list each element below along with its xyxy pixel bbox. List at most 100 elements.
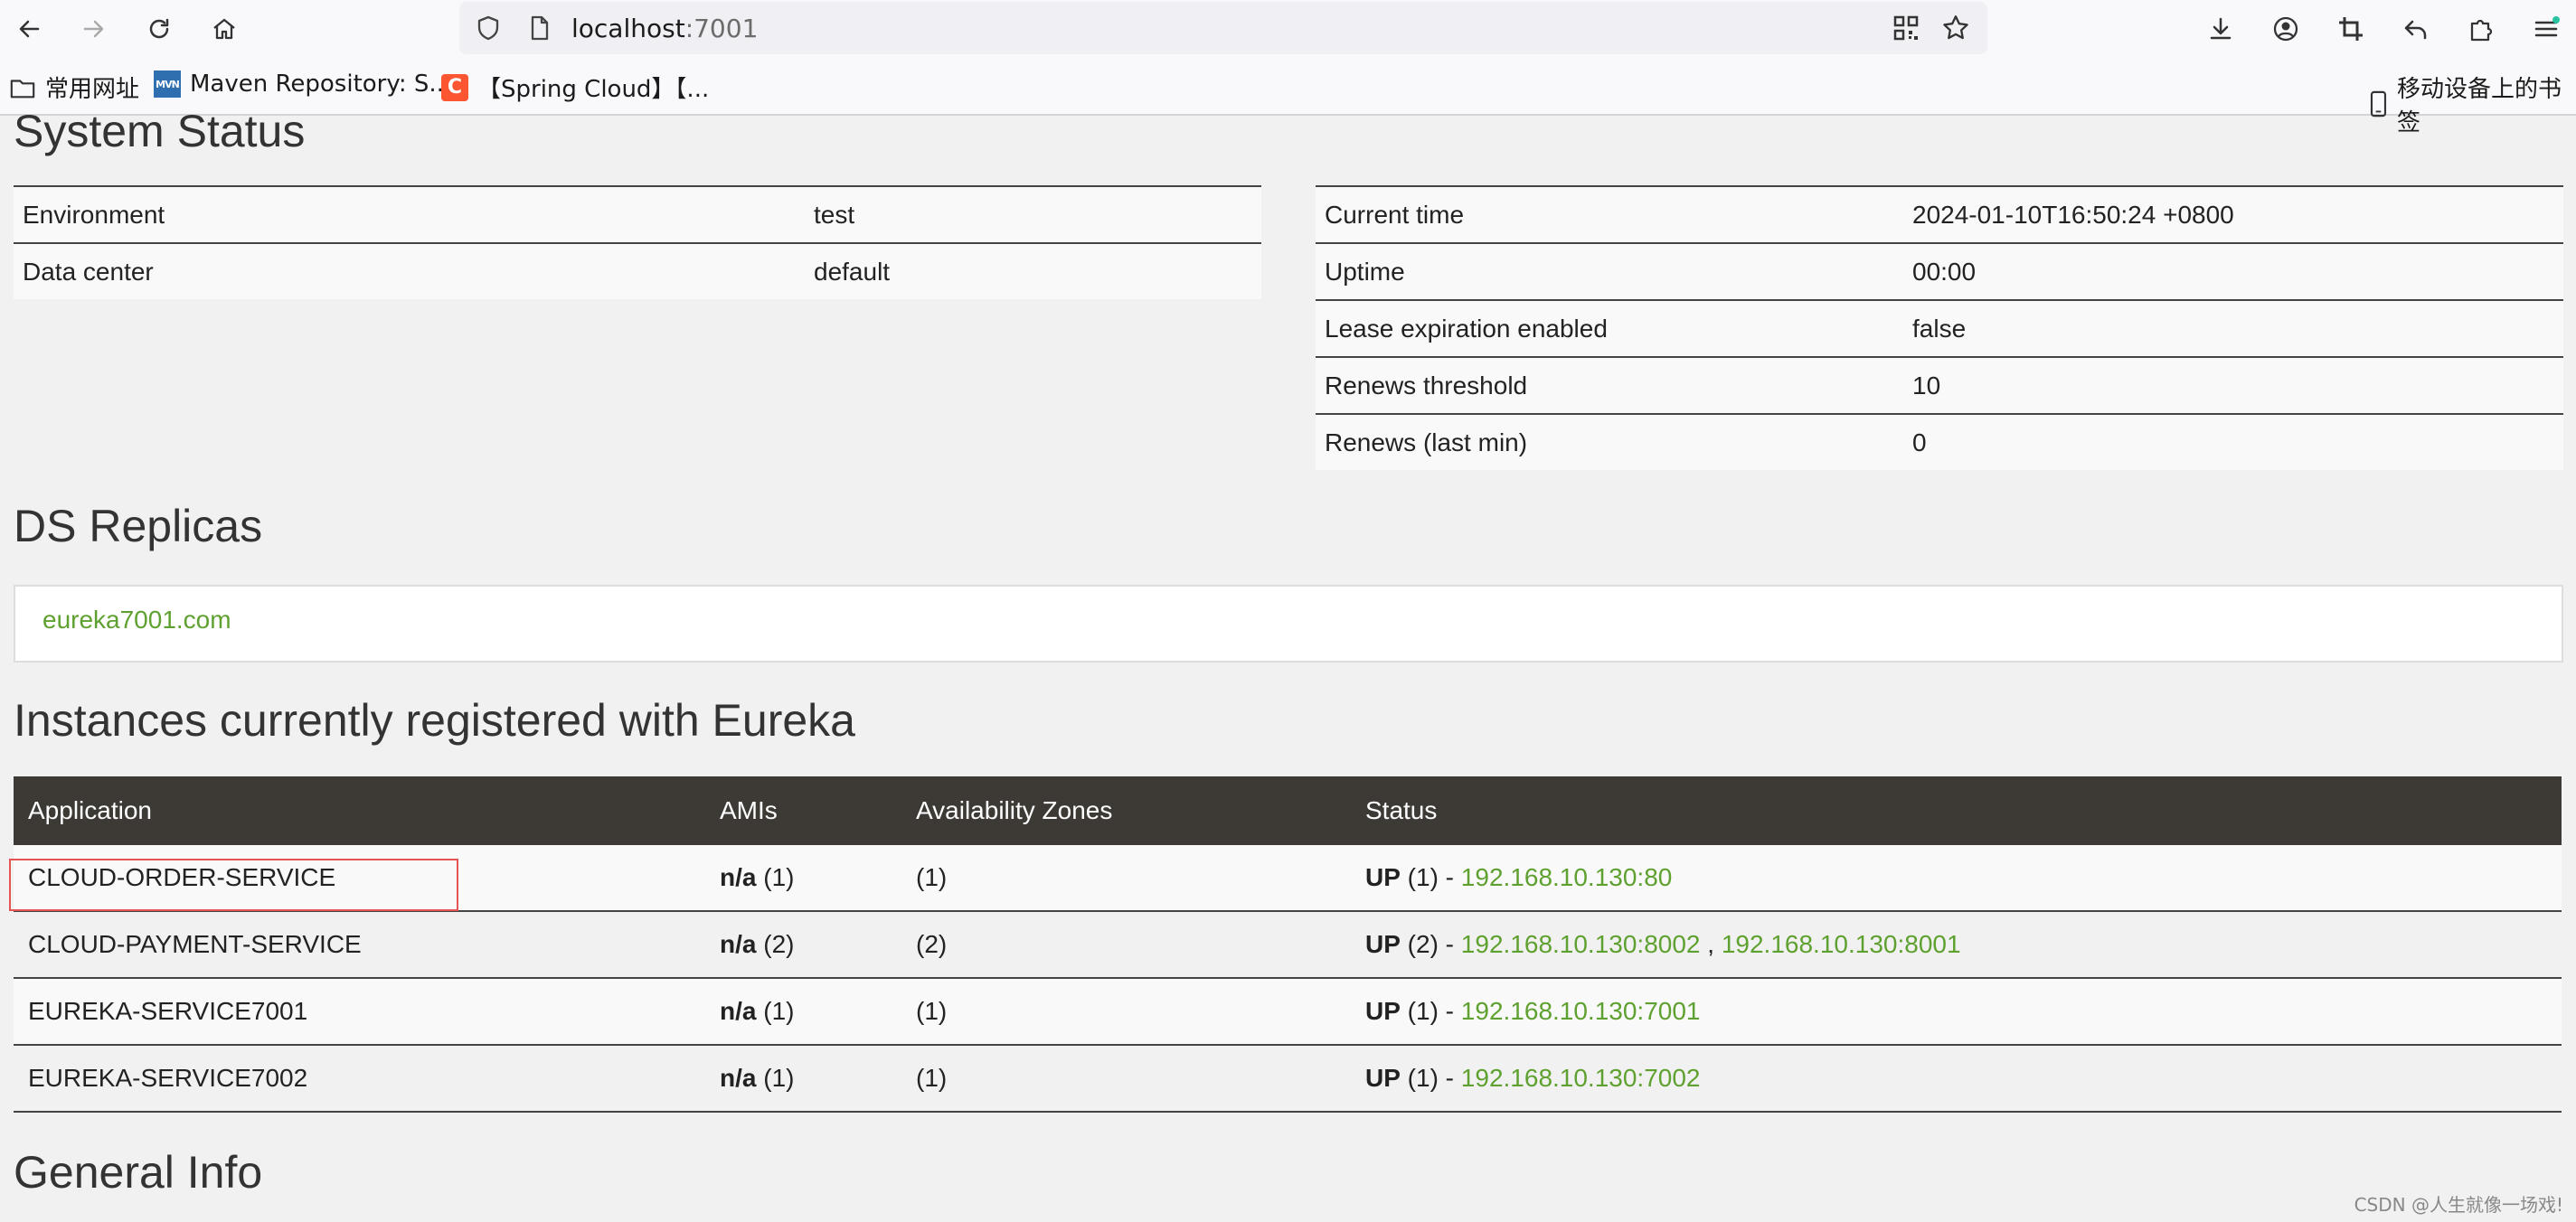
page-icon[interactable]	[524, 14, 553, 42]
undo-icon	[2404, 20, 2427, 40]
crop-icon	[2339, 17, 2363, 41]
shield-icon[interactable]	[474, 14, 503, 42]
instances-heading: Instances currently registered with Eure…	[14, 695, 855, 746]
ami-na: n/a	[720, 1064, 757, 1092]
instance-application: EUREKA-SERVICE7002	[14, 1045, 705, 1113]
status-up: UP	[1365, 997, 1401, 1025]
instance-application: CLOUD-PAYMENT-SERVICE	[14, 911, 705, 979]
instance-amis: n/a (1)	[705, 1045, 901, 1113]
url-bar[interactable]: localhost:7001	[459, 2, 1987, 54]
status-label: Renews (last min)	[1316, 413, 1903, 470]
reload-icon	[149, 18, 169, 39]
header-amis: AMIs	[705, 776, 901, 845]
status-count: (1) -	[1400, 997, 1461, 1025]
status-row: Renews (last min) 0	[1316, 413, 2563, 470]
instance-zones: (1)	[901, 1045, 1351, 1113]
status-value: test	[805, 185, 1261, 243]
ds-replicas-box: eureka7001.com	[14, 585, 2563, 663]
system-status-right-table: Current time 2024-01-10T16:50:24 +0800 Upt…	[1316, 185, 2563, 470]
status-label: Lease expiration enabled	[1316, 299, 1903, 357]
instance-link[interactable]: 192.168.10.130:7002	[1461, 1064, 1701, 1092]
csdn-watermark: CSDN @人生就像一场戏!	[2354, 1194, 2563, 1216]
back-arrow-icon	[19, 20, 40, 38]
home-icon	[213, 18, 235, 40]
status-label: Data center	[14, 242, 805, 299]
status-label: Renews threshold	[1316, 356, 1903, 414]
status-value: 2024-01-10T16:50:24 +0800	[1903, 185, 2563, 243]
undo-button[interactable]	[2394, 7, 2438, 51]
instance-link[interactable]: 192.168.10.130:7001	[1461, 997, 1701, 1025]
instance-zones: (2)	[901, 911, 1351, 979]
extensions-button[interactable]	[2459, 7, 2503, 51]
status-label: Current time	[1316, 185, 1903, 243]
header-availability-zones: Availability Zones	[901, 776, 1351, 845]
instance-link[interactable]: 192.168.10.130:8001	[1722, 930, 1961, 958]
reload-button[interactable]	[137, 7, 181, 51]
replica-link[interactable]: eureka7001.com	[42, 606, 231, 634]
back-button[interactable]	[7, 7, 51, 51]
status-label: Uptime	[1316, 242, 1903, 300]
account-button[interactable]	[2264, 7, 2307, 51]
instance-row: EUREKA-SERVICE7001 n/a (1) (1) UP (1) - 192…	[14, 978, 2562, 1046]
eureka-dashboard: System Status Environment test Data center…	[0, 106, 2576, 1222]
csdn-icon: C	[441, 73, 468, 101]
browser-toolbar: localhost:7001	[0, 0, 2576, 58]
status-row: Renews threshold 10	[1316, 356, 2563, 414]
puzzle-icon	[2470, 19, 2493, 42]
instance-amis: n/a (2)	[705, 911, 901, 979]
ds-replicas-heading: DS Replicas	[14, 501, 263, 551]
ami-count: (1)	[756, 863, 795, 891]
bookmarks-bar: 常用网址 MVN Maven Repository: S... C 【Sprin…	[0, 58, 2576, 136]
general-info-heading: General Info	[14, 1147, 263, 1198]
instance-application: EUREKA-SERVICE7001	[14, 978, 705, 1046]
ami-na: n/a	[720, 930, 757, 958]
bookmark-label: Maven Repository: S...	[190, 70, 452, 98]
hamburger-menu-icon	[2534, 16, 2560, 37]
status-value: 00:00	[1903, 242, 2563, 300]
instance-link[interactable]: 192.168.10.130:8002	[1461, 930, 1701, 958]
status-up: UP	[1365, 930, 1401, 958]
downloads-button[interactable]	[2199, 7, 2242, 51]
status-value: default	[805, 242, 1261, 299]
instance-status: UP (1) - 192.168.10.130:7001	[1351, 978, 2562, 1046]
status-row: Current time 2024-01-10T16:50:24 +0800	[1316, 185, 2563, 243]
instance-amis: n/a (1)	[705, 845, 901, 912]
status-row: Environment test	[14, 185, 1261, 243]
ami-count: (1)	[756, 1064, 795, 1092]
link-separator: ,	[1700, 930, 1722, 958]
instance-zones: (1)	[901, 845, 1351, 912]
home-button[interactable]	[203, 7, 246, 51]
system-status-left-table: Environment test Data center default	[14, 185, 1261, 299]
qr-code-icon[interactable]	[1892, 14, 1920, 42]
url-text[interactable]: localhost:7001	[571, 14, 758, 43]
star-bookmark-icon[interactable]	[1940, 13, 1971, 43]
instance-row: CLOUD-PAYMENT-SERVICE n/a (2) (2) UP (2) - …	[14, 911, 2562, 979]
ami-na: n/a	[720, 863, 757, 891]
status-count: (2) -	[1400, 930, 1461, 958]
instance-link[interactable]: 192.168.10.130:80	[1461, 863, 1673, 891]
maven-icon: MVN	[154, 70, 181, 98]
status-row: Lease expiration enabled false	[1316, 299, 2563, 357]
url-port: :7001	[684, 14, 759, 43]
status-count: (1) -	[1400, 863, 1461, 891]
instance-status: UP (2) - 192.168.10.130:8002 , 192.168.1…	[1351, 911, 2562, 979]
account-icon	[2273, 16, 2298, 42]
screenshot-button[interactable]	[2329, 7, 2373, 51]
instances-header-row: Application AMIs Availability Zones Stat…	[14, 776, 2562, 845]
instance-status: UP (1) - 192.168.10.130:7002	[1351, 1045, 2562, 1113]
ami-count: (1)	[756, 997, 795, 1025]
forward-arrow-icon	[83, 20, 104, 38]
forward-button[interactable]	[72, 7, 116, 51]
menu-button[interactable]	[2524, 7, 2568, 51]
bookmark-folder[interactable]: 常用网址	[9, 70, 139, 104]
header-status: Status	[1351, 776, 2562, 845]
ami-na: n/a	[720, 997, 757, 1025]
bookmark-spring-cloud[interactable]: C 【Spring Cloud】【...	[441, 70, 709, 104]
status-value: false	[1903, 299, 2563, 357]
status-value: 0	[1903, 413, 2563, 470]
download-icon	[2210, 17, 2232, 40]
status-label: Environment	[14, 185, 805, 243]
status-value: 10	[1903, 356, 2563, 414]
instance-amis: n/a (1)	[705, 978, 901, 1046]
bookmark-maven[interactable]: MVN Maven Repository: S...	[154, 70, 451, 98]
